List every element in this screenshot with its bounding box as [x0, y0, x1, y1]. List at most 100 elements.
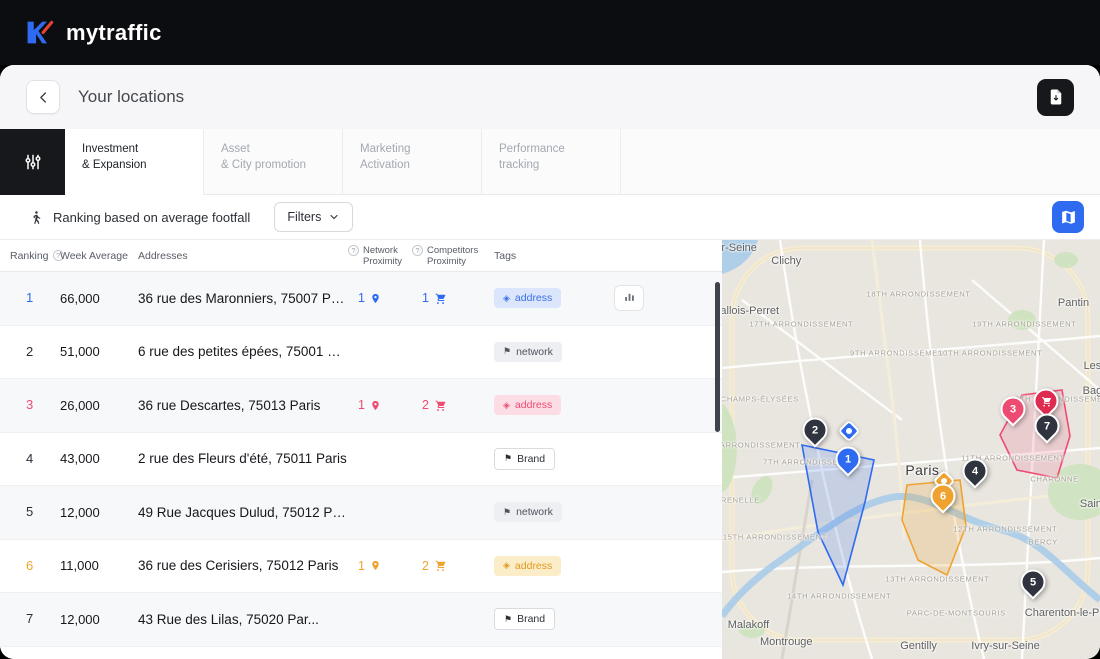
app-card: Your locations Investment& ExpansionAsse… — [0, 65, 1100, 659]
column-header-week-average-label: Week Average — [60, 250, 128, 262]
tag-network: ⚑ network — [494, 502, 562, 522]
competitors-proximity-value: 2 — [422, 559, 429, 573]
main-content: Ranking ? Week Average Addresses ? Netwo… — [0, 240, 1100, 659]
week-average-value: 26,000 — [56, 398, 130, 413]
tab-bar-items: Investment& ExpansionAsset& City promoti… — [65, 129, 621, 194]
column-header-competitors-line1: Competitors — [427, 245, 478, 256]
ranking-value: 1 — [26, 290, 33, 305]
map-marker-number: 1 — [837, 449, 858, 470]
walking-person-icon — [28, 210, 43, 225]
column-header-network-proximity[interactable]: ? Network Proximity — [348, 245, 412, 267]
tag-label: network — [516, 506, 553, 518]
network-proximity-value: 1 — [358, 291, 365, 305]
ranking-value: 4 — [26, 451, 33, 466]
network-proximity-cell: 1 — [348, 291, 412, 305]
help-icon[interactable]: ? — [412, 245, 423, 256]
table-row[interactable]: 512,00049 Rue Jacques Dulud, 75012 Par..… — [0, 486, 722, 540]
column-header-tags[interactable]: Tags — [488, 250, 722, 262]
tab-bar-filler — [621, 129, 1100, 194]
column-header-week-average[interactable]: Week Average — [56, 250, 130, 262]
column-header-addresses[interactable]: Addresses — [130, 250, 348, 262]
week-average-value: 51,000 — [56, 344, 130, 359]
competitors-proximity-value: 2 — [422, 398, 429, 412]
table-header: Ranking ? Week Average Addresses ? Netwo… — [0, 240, 722, 272]
table-row[interactable]: 7 12,00043 Rue des Lilas, 75020 Par... ⚑ Br… — [0, 593, 722, 647]
map-marker-number: 3 — [1003, 399, 1024, 420]
map-marker-number: 2 — [804, 420, 825, 441]
filters-button-label: Filters — [287, 210, 321, 224]
tab-label-line2: & Expansion — [82, 158, 195, 172]
map-icon — [1060, 209, 1077, 226]
tab-asset[interactable]: Asset& City promotion — [204, 129, 343, 194]
tab-marketing[interactable]: Marketing Activation — [343, 129, 482, 194]
diamond-icon: ◈ — [503, 294, 510, 303]
cart-icon — [434, 399, 447, 412]
table-row[interactable]: 2 51,0006 rue des petites épées, 75001 Pa… — [0, 326, 722, 380]
tag-label: network — [516, 346, 553, 358]
column-header-competitors-proximity[interactable]: ? Competitors Proximity — [412, 245, 488, 267]
help-icon[interactable]: ? — [348, 245, 359, 256]
ranking-value: 2 — [26, 344, 33, 359]
mytraffic-logo-icon — [26, 20, 54, 45]
tag-address: ◈address — [494, 288, 561, 308]
top-navbar: mytraffic — [0, 0, 1100, 65]
chevron-down-icon — [328, 211, 340, 223]
map[interactable]: sur-SeineClichyLevallois-PerretPantinLes… — [722, 240, 1100, 659]
tab-label-line2: tracking — [499, 158, 612, 172]
map-marker-number: 4 — [964, 461, 985, 482]
map-pin-icon — [370, 293, 381, 304]
tag-label: address — [515, 399, 552, 411]
tab-label-line1: Marketing — [360, 142, 473, 156]
tag-network: ⚑network — [494, 342, 562, 362]
ranking-value: 5 — [26, 504, 33, 519]
filters-button[interactable]: Filters — [274, 202, 353, 232]
map-marker-number: 6 — [933, 485, 954, 506]
network-proximity-cell: 1 — [348, 398, 412, 412]
column-header-competitors-line2: Proximity — [427, 256, 478, 267]
tag-label: Brand — [517, 613, 545, 625]
week-average-value: 12,000 — [56, 612, 130, 627]
address-value: 2 rue des Fleurs d'été, 75011 Paris — [130, 451, 348, 466]
table-row[interactable]: 611,00036 rue des Cerisiers, 75012 Paris… — [0, 540, 722, 594]
competitors-proximity-cell: 1 — [412, 291, 488, 305]
column-header-network-line1: Network — [363, 245, 402, 256]
tab-bar: Investment& ExpansionAsset& City promoti… — [0, 129, 1100, 195]
tag-address: ◈address — [494, 395, 561, 415]
table-row[interactable]: 4 43,0002 rue des Fleurs d'été, 75011 Par… — [0, 433, 722, 487]
filters-panel-button[interactable] — [0, 129, 65, 195]
address-value: 43 Rue des Lilas, 75020 Par... — [130, 612, 348, 627]
table-row[interactable]: 326,00036 rue Descartes, 75013 Paris12◈a… — [0, 379, 722, 433]
sliders-icon — [23, 152, 43, 172]
mytraffic-logo: mytraffic — [66, 20, 162, 46]
chart-button[interactable] — [614, 285, 644, 311]
column-header-ranking[interactable]: Ranking ? — [0, 250, 56, 262]
tag-label: Brand — [517, 453, 545, 465]
tag-brand: ⚑ Brand — [494, 608, 555, 630]
tab-performance[interactable]: Performance tracking — [482, 129, 621, 194]
table-scrollbar[interactable] — [715, 282, 720, 432]
competitors-proximity-value: 1 — [422, 291, 429, 305]
export-button[interactable] — [1037, 79, 1074, 116]
ranking-value: 7 — [26, 611, 33, 626]
ranking-value: 3 — [26, 397, 33, 412]
cart-icon — [434, 559, 447, 572]
page-title: Your locations — [78, 87, 184, 107]
address-value: 36 rue des Cerisiers, 75012 Paris — [130, 558, 348, 573]
competitors-proximity-cell: 2 — [412, 398, 488, 412]
week-average-value: 43,000 — [56, 451, 130, 466]
tab-label-line1: Asset — [221, 142, 334, 156]
table-row[interactable]: 166,00036 rue des Maronniers, 75007 Pari… — [0, 272, 722, 326]
flag-icon: ⚑ — [503, 508, 511, 517]
tab-label-line2: Activation — [360, 158, 473, 172]
map-marker-number: 7 — [1037, 415, 1058, 436]
tab-label-line1: Performance — [499, 142, 612, 156]
page-header: Your locations — [0, 65, 1100, 129]
tab-investment[interactable]: Investment& Expansion — [65, 129, 204, 195]
flag-icon: ⚑ — [504, 615, 512, 624]
locations-table: Ranking ? Week Average Addresses ? Netwo… — [0, 240, 722, 659]
table-body: 166,00036 rue des Maronniers, 75007 Pari… — [0, 272, 722, 647]
tag-address: ◈address — [494, 556, 561, 576]
map-style-button[interactable] — [1052, 201, 1084, 233]
back-button[interactable] — [26, 80, 60, 114]
address-value: 6 rue des petites épées, 75001 Paris — [130, 344, 348, 359]
